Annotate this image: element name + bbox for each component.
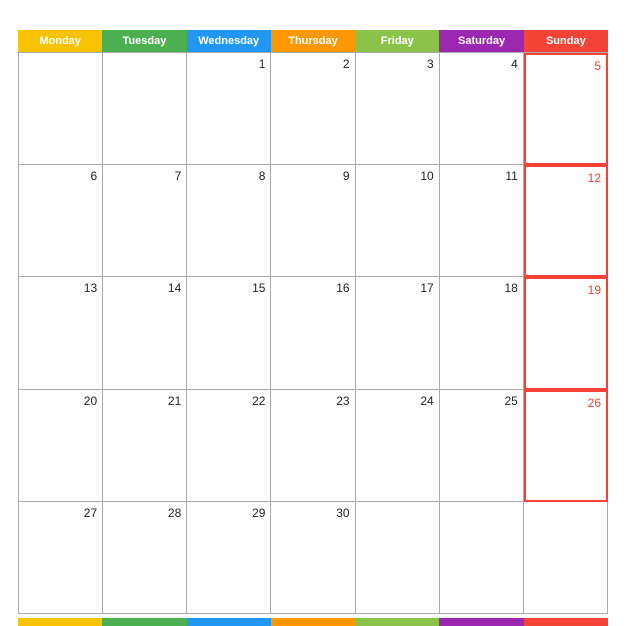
calendar-cell[interactable]: 15 [187,277,271,389]
day-number: 2 [276,57,349,71]
day-number: 3 [361,57,434,71]
calendar-cell[interactable]: 18 [440,277,524,389]
calendar-cell[interactable] [19,53,103,165]
calendar-cell[interactable]: 6 [19,165,103,277]
calendar-cell[interactable]: 21 [103,390,187,502]
day-number: 19 [531,283,601,297]
day-number: 4 [445,57,518,71]
day-header-wednesday: Wednesday [187,30,271,52]
day-header-friday: Friday [355,30,439,52]
day-number: 22 [192,394,265,408]
day-number: 18 [445,281,518,295]
calendar-grid: 1234567891011121314151617181920212223242… [18,52,608,614]
calendar-cell[interactable]: 20 [19,390,103,502]
day-number: 28 [108,506,181,520]
rainbow-segment-1 [18,618,102,626]
calendar-cell[interactable]: 16 [271,277,355,389]
day-number: 23 [276,394,349,408]
rainbow-segment-5 [355,618,439,626]
day-number: 13 [24,281,97,295]
calendar-cell[interactable]: 9 [271,165,355,277]
day-number: 11 [445,169,518,183]
day-number: 24 [361,394,434,408]
calendar: MondayTuesdayWednesdayThursdayFridaySatu… [0,0,626,626]
day-number: 10 [361,169,434,183]
calendar-cell[interactable] [440,502,524,614]
calendar-cell[interactable]: 30 [271,502,355,614]
day-header-tuesday: Tuesday [102,30,186,52]
calendar-cell[interactable]: 29 [187,502,271,614]
day-number: 20 [24,394,97,408]
day-number: 29 [192,506,265,520]
calendar-cell[interactable] [524,502,608,614]
day-number: 7 [108,169,181,183]
calendar-cell[interactable]: 11 [440,165,524,277]
calendar-cell[interactable]: 13 [19,277,103,389]
day-number: 9 [276,169,349,183]
day-number: 26 [531,396,601,410]
day-number: 27 [24,506,97,520]
calendar-cell[interactable]: 17 [356,277,440,389]
calendar-cell[interactable]: 10 [356,165,440,277]
rainbow-segment-6 [439,618,523,626]
calendar-cell[interactable]: 3 [356,53,440,165]
rainbow-segment-2 [102,618,186,626]
calendar-cell[interactable] [103,53,187,165]
day-number: 8 [192,169,265,183]
day-headers: MondayTuesdayWednesdayThursdayFridaySatu… [18,30,608,52]
day-header-thursday: Thursday [271,30,355,52]
day-number: 14 [108,281,181,295]
calendar-cell[interactable]: 19 [524,277,608,389]
day-number: 6 [24,169,97,183]
rainbow-bar [18,618,608,626]
day-number: 25 [445,394,518,408]
rainbow-segment-7 [524,618,608,626]
calendar-cell[interactable]: 5 [524,53,608,165]
rainbow-segment-4 [271,618,355,626]
day-number: 12 [531,171,601,185]
day-header-sunday: Sunday [524,30,608,52]
day-number: 30 [276,506,349,520]
calendar-cell[interactable]: 7 [103,165,187,277]
calendar-cell[interactable]: 4 [440,53,524,165]
calendar-cell[interactable]: 25 [440,390,524,502]
calendar-cell[interactable]: 24 [356,390,440,502]
day-number: 5 [531,59,601,73]
rainbow-segment-3 [187,618,271,626]
calendar-cell[interactable]: 1 [187,53,271,165]
calendar-cell[interactable]: 26 [524,390,608,502]
calendar-cell[interactable]: 28 [103,502,187,614]
calendar-cell[interactable]: 27 [19,502,103,614]
calendar-cell[interactable]: 14 [103,277,187,389]
day-header-monday: Monday [18,30,102,52]
calendar-cell[interactable]: 12 [524,165,608,277]
day-number: 21 [108,394,181,408]
day-number: 16 [276,281,349,295]
calendar-cell[interactable]: 22 [187,390,271,502]
calendar-cell[interactable]: 2 [271,53,355,165]
day-number: 17 [361,281,434,295]
calendar-cell[interactable]: 8 [187,165,271,277]
calendar-cell[interactable] [356,502,440,614]
day-number: 1 [192,57,265,71]
day-number: 15 [192,281,265,295]
day-header-saturday: Saturday [439,30,523,52]
calendar-cell[interactable]: 23 [271,390,355,502]
